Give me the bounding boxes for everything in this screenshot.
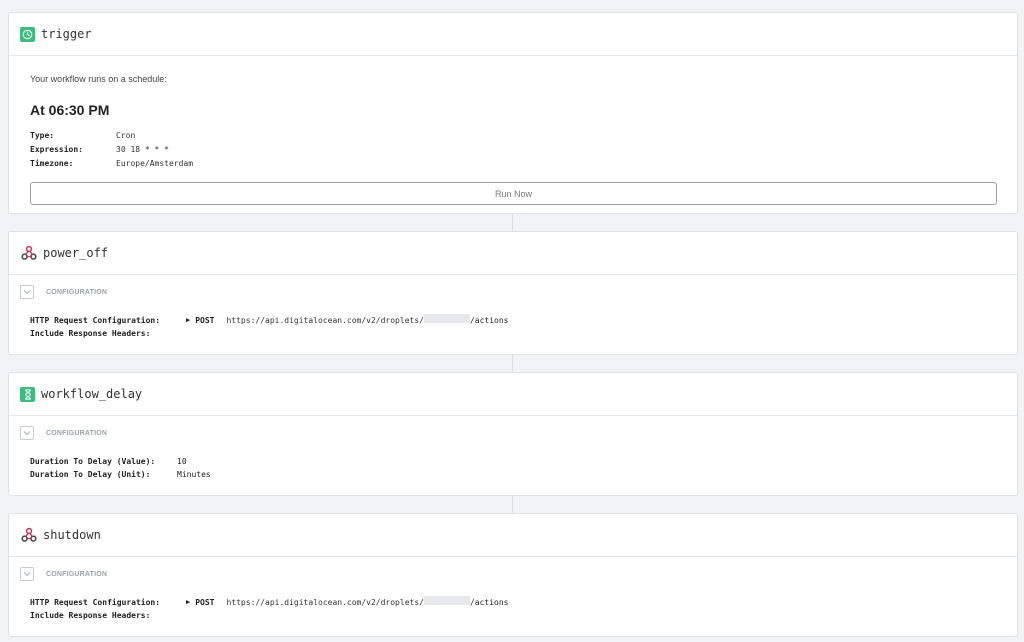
schedule-time: At 06:30 PM <box>30 102 110 118</box>
configuration-label: CONFIGURATION <box>46 570 108 578</box>
url-suffix: /actions <box>469 598 509 607</box>
field-value: 30 18 * * * <box>116 145 169 154</box>
http-method: POST <box>195 598 215 607</box>
chevron-down-icon <box>20 285 34 299</box>
shutdown-step-card: shutdown CONFIGURATION HTTP Request Conf… <box>8 513 1018 637</box>
field-key: Duration To Delay (Unit): <box>30 470 151 479</box>
configuration-toggle[interactable]: CONFIGURATION <box>9 416 1017 450</box>
field-key: Timezone: <box>30 159 74 168</box>
step-title: trigger <box>41 27 92 41</box>
configuration-toggle[interactable]: CONFIGURATION <box>9 557 1017 591</box>
url-prefix: https://api.digitalocean.com/v2/droplets… <box>226 598 424 607</box>
delay-field-row: Duration To Delay (Value): 10 <box>30 455 996 468</box>
step-connector <box>512 214 513 231</box>
headers-row: Include Response Headers: <box>30 609 996 622</box>
redacted-id <box>423 596 470 605</box>
url-suffix: /actions <box>469 316 509 325</box>
trigger-step-card: trigger Your workflow runs on a schedule… <box>8 12 1018 214</box>
delay-field-row: Duration To Delay (Unit): Minutes <box>30 468 996 481</box>
field-value: Cron <box>116 131 136 140</box>
field-key: Include Response Headers: <box>30 329 151 338</box>
step-title: power_off <box>43 246 109 260</box>
field-value: Minutes <box>177 470 211 479</box>
chevron-down-icon <box>20 567 34 581</box>
trigger-field-row: Timezone: Europe/Amsterdam <box>30 157 996 171</box>
field-key: Type: <box>30 131 55 140</box>
url-prefix: https://api.digitalocean.com/v2/droplets… <box>226 316 424 325</box>
step-title: workflow_delay <box>41 387 143 401</box>
power-off-step-card: power_off CONFIGURATION HTTP Request Con… <box>8 231 1018 355</box>
expand-triangle-icon[interactable]: ▶ <box>186 596 190 609</box>
step-title: shutdown <box>43 528 101 542</box>
run-now-button[interactable]: Run Now <box>30 182 997 205</box>
field-key: HTTP Request Configuration: <box>30 316 161 325</box>
shutdown-step-header[interactable]: shutdown <box>9 514 1017 557</box>
headers-row: Include Response Headers: <box>30 327 996 340</box>
field-value: Europe/Amsterdam <box>116 159 194 168</box>
http-config-row: HTTP Request Configuration: ▶ POST https… <box>30 596 996 609</box>
field-key: HTTP Request Configuration: <box>30 598 161 607</box>
hourglass-icon <box>20 386 35 402</box>
configuration-label: CONFIGURATION <box>46 288 108 296</box>
webhook-icon <box>20 527 37 544</box>
expand-triangle-icon[interactable]: ▶ <box>186 314 190 327</box>
field-key: Duration To Delay (Value): <box>30 457 156 466</box>
trigger-field-row: Type: Cron <box>30 129 996 143</box>
schedule-label: Your workflow runs on a schedule: <box>30 74 167 84</box>
http-config-row: HTTP Request Configuration: ▶ POST https… <box>30 314 996 327</box>
step-connector <box>512 496 513 513</box>
workflow-delay-step-card: workflow_delay CONFIGURATION Duration To… <box>8 372 1018 496</box>
step-connector <box>512 355 513 372</box>
chevron-down-icon <box>20 426 34 440</box>
field-key: Include Response Headers: <box>30 611 151 620</box>
redacted-id <box>423 314 470 323</box>
http-method: POST <box>195 316 215 325</box>
configuration-label: CONFIGURATION <box>46 429 108 437</box>
configuration-toggle[interactable]: CONFIGURATION <box>9 275 1017 309</box>
trigger-field-row: Expression: 30 18 * * * <box>30 143 996 157</box>
power-off-step-header[interactable]: power_off <box>9 232 1017 275</box>
field-key: Expression: <box>30 145 83 154</box>
trigger-step-header[interactable]: trigger <box>9 13 1017 56</box>
field-value: 10 <box>177 457 187 466</box>
webhook-icon <box>20 245 37 262</box>
clock-icon <box>20 26 35 42</box>
workflow-delay-step-header[interactable]: workflow_delay <box>9 373 1017 416</box>
